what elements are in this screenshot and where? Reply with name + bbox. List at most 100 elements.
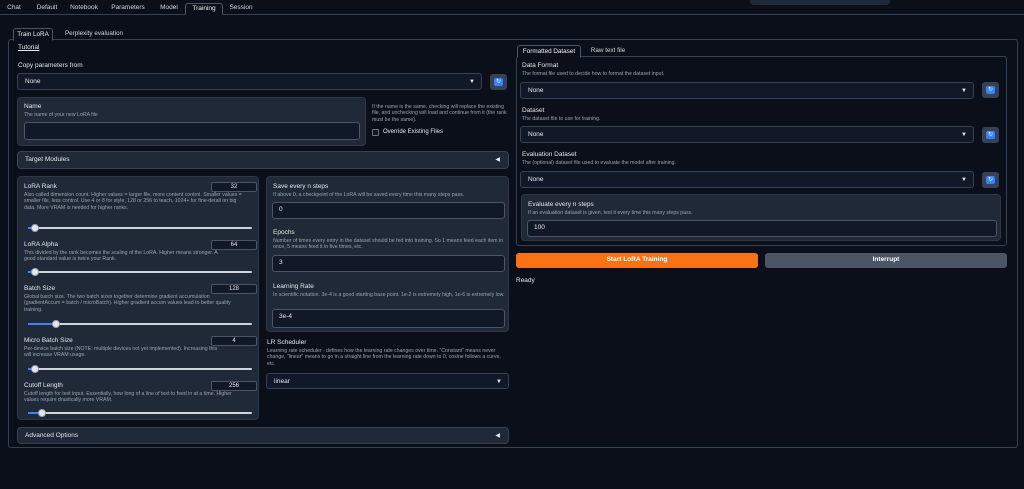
chevron-down-icon: ▼: [961, 132, 967, 138]
name-label: Name: [24, 103, 42, 110]
tab-default[interactable]: Default: [30, 3, 64, 15]
name-side-note: If the name is the same, checking will r…: [372, 104, 507, 123]
eval-steps-label: Evaluate every n steps: [528, 201, 594, 208]
dataset-value: None: [528, 131, 544, 138]
cutoff-length-slider[interactable]: [28, 409, 252, 417]
dataset-refresh-button[interactable]: ↻: [982, 127, 999, 143]
data-format-value: None: [528, 87, 544, 94]
cutoff-length-info: Cutoff length for text input. Essentiall…: [24, 391, 232, 404]
lora-rank-label: LoRA Rank: [24, 183, 57, 190]
batch-size-slider-thumb[interactable]: [52, 320, 60, 328]
micro-batch-label: Micro Batch Size: [24, 337, 73, 344]
advanced-options-label: Advanced Options: [25, 432, 79, 439]
tab-session[interactable]: Session: [224, 3, 258, 15]
lora-alpha-input[interactable]: 64: [211, 240, 257, 250]
steps-panel: Save every n steps If above 0, a checkpo…: [266, 176, 509, 332]
tab-raw-text-file[interactable]: Raw text file: [585, 45, 631, 56]
tab-formatted-dataset[interactable]: Formatted Dataset: [517, 45, 581, 58]
training-status: Ready: [516, 277, 535, 284]
refresh-icon: ↻: [986, 131, 995, 139]
cutoff-length-slider-thumb[interactable]: [38, 409, 46, 417]
dataset-label: Dataset: [522, 107, 545, 114]
epochs-label: Epochs: [273, 229, 295, 236]
save-steps-input[interactable]: 0: [272, 202, 505, 219]
triangle-left-icon: ◀: [495, 157, 500, 163]
sliders-panel: LoRA Rank 32 Also called dimension count…: [17, 176, 259, 420]
save-steps-label: Save every n steps: [273, 183, 329, 190]
name-panel: Name The name of your new LoRA file: [17, 97, 366, 146]
cutoff-length-input[interactable]: 256: [211, 381, 257, 391]
override-checkbox[interactable]: [372, 129, 379, 136]
epochs-input[interactable]: 3: [272, 255, 505, 272]
top-toolbar-pill: [750, 0, 890, 5]
tab-train-lora[interactable]: Train LoRA: [13, 28, 53, 41]
chevron-down-icon: ▼: [469, 79, 475, 85]
name-input[interactable]: [24, 122, 360, 140]
batch-size-info: Global batch size. The two batch sizes t…: [24, 294, 231, 313]
lora-rank-slider-thumb[interactable]: [31, 224, 39, 232]
refresh-icon: ↻: [494, 78, 503, 86]
cutoff-length-label: Cutoff Length: [24, 382, 63, 389]
eval-dataset-refresh-button[interactable]: ↻: [982, 172, 999, 188]
batch-size-slider[interactable]: [28, 320, 252, 328]
tab-training[interactable]: Training: [185, 3, 223, 15]
copy-params-value: None: [25, 78, 41, 85]
data-format-info: The format file used to decide how to fo…: [522, 71, 665, 77]
lora-alpha-label: LoRA Alpha: [24, 241, 58, 248]
interrupt-button[interactable]: Interrupt: [765, 253, 1007, 268]
lora-alpha-slider-thumb[interactable]: [31, 268, 39, 276]
learning-rate-info: In scientific notation. 3e-4 is a good s…: [273, 292, 505, 298]
lora-alpha-slider[interactable]: [28, 268, 252, 276]
lora-rank-info: Also called dimension count. Higher valu…: [24, 192, 242, 211]
target-modules-label: Target Modules: [25, 156, 70, 163]
lr-scheduler-dropdown[interactable]: linear ▼: [266, 373, 509, 389]
lora-rank-slider[interactable]: [28, 224, 252, 232]
copy-params-refresh-button[interactable]: ↻: [490, 74, 507, 90]
batch-size-label: Batch Size: [24, 285, 56, 292]
override-label: Override Existing Files: [383, 129, 444, 135]
data-format-dropdown[interactable]: None ▼: [520, 82, 974, 99]
target-modules-accordion[interactable]: Target Modules ◀: [17, 151, 509, 169]
micro-batch-info: Per-device batch size (NOTE: multiple de…: [24, 346, 218, 359]
lr-scheduler-label: LR Scheduler: [267, 339, 307, 346]
lora-alpha-info: This divided by the rank becomes the sca…: [24, 250, 218, 263]
chevron-down-icon: ▼: [961, 88, 967, 94]
dataset-info: The dataset file to use for training.: [522, 116, 601, 122]
eval-dataset-value: None: [528, 176, 544, 183]
eval-steps-input[interactable]: 100: [527, 220, 997, 237]
refresh-icon: ↻: [986, 86, 995, 94]
tab-perplexity-evaluation[interactable]: Perplexity evaluation: [58, 28, 130, 39]
eval-dataset-info: The (optional) dataset file used to eval…: [522, 160, 676, 166]
name-info: The name of your new LoRA file: [24, 112, 98, 118]
start-training-button[interactable]: Start LoRA Training: [516, 253, 758, 268]
eval-dataset-label: Evaluation Dataset: [522, 151, 577, 158]
tab-chat[interactable]: Chat: [2, 3, 26, 15]
copy-params-label: Copy parameters from: [18, 62, 83, 69]
batch-size-input[interactable]: 128: [211, 284, 257, 294]
triangle-left-icon: ◀: [495, 433, 500, 439]
tab-parameters[interactable]: Parameters: [106, 3, 150, 15]
learning-rate-input[interactable]: 3e-4: [272, 309, 505, 328]
chevron-down-icon: ▼: [496, 379, 502, 385]
eval-steps-info: If an evaluation dataset is given, test …: [528, 210, 693, 216]
micro-batch-slider[interactable]: [28, 365, 252, 373]
micro-batch-input[interactable]: 4: [211, 336, 257, 346]
lr-scheduler-value: linear: [274, 378, 290, 385]
tutorial-link[interactable]: Tutorial: [18, 44, 39, 51]
eval-dataset-dropdown[interactable]: None ▼: [520, 171, 974, 188]
epochs-info: Number of times every entry in the datas…: [273, 238, 504, 251]
dataset-dropdown[interactable]: None ▼: [520, 126, 974, 143]
lora-rank-input[interactable]: 32: [211, 182, 257, 192]
data-format-label: Data Format: [522, 62, 559, 69]
copy-params-dropdown[interactable]: None ▼: [17, 73, 482, 90]
eval-steps-panel: Evaluate every n steps If an evaluation …: [521, 194, 1001, 241]
tab-model[interactable]: Model: [154, 3, 184, 15]
advanced-options-accordion[interactable]: Advanced Options ◀: [17, 427, 509, 444]
learning-rate-label: Learning Rate: [273, 283, 314, 290]
micro-batch-slider-thumb[interactable]: [31, 365, 39, 373]
tab-notebook[interactable]: Notebook: [66, 3, 102, 15]
save-steps-info: If above 0, a checkpoint of the LoRA wil…: [273, 192, 465, 198]
refresh-icon: ↻: [986, 176, 995, 184]
lr-scheduler-info: Learning rate scheduler - defines how th…: [267, 348, 501, 367]
data-format-refresh-button[interactable]: ↻: [982, 82, 999, 98]
